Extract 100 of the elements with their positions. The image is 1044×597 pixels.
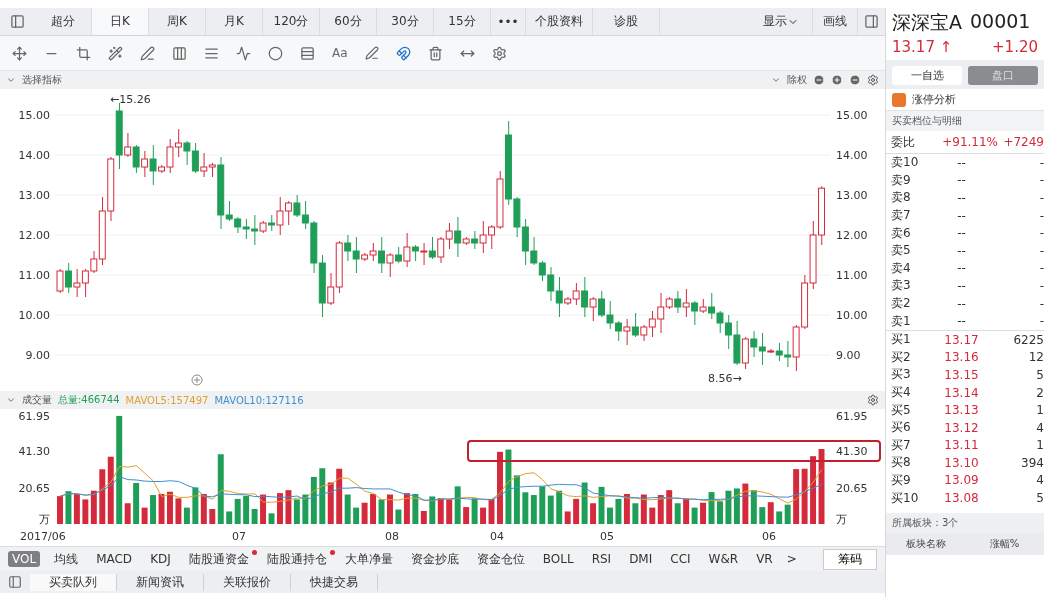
bottom-tab[interactable]: 关联报价: [204, 573, 291, 591]
volume-axis-label: 20.65: [18, 482, 50, 495]
indicator-tab[interactable]: 均线: [50, 549, 83, 569]
date-label: 06: [762, 530, 776, 543]
volume-axis-label: 41.30: [18, 445, 50, 458]
ask-price: --: [956, 155, 967, 170]
column-header[interactable]: 板块名称: [886, 536, 965, 551]
ask-label: 卖6: [891, 224, 912, 242]
period-tab[interactable]: 15分: [434, 8, 491, 35]
indicator-tab[interactable]: KDJ: [146, 551, 175, 567]
date-label: 04: [490, 530, 504, 543]
bid-label: 买9: [891, 472, 912, 489]
price-axis-label: 10.00: [18, 309, 50, 322]
ask-price: --: [956, 226, 967, 241]
indicator-tab[interactable]: 大单净量: [340, 549, 397, 569]
bottom-tab[interactable]: 快捷交易: [291, 573, 378, 591]
ask-price: --: [956, 261, 967, 276]
info-tab[interactable]: 个股资料: [526, 8, 593, 35]
date-label: 08: [385, 530, 399, 543]
bid-label: 买1: [891, 331, 912, 349]
bottom-tab[interactable]: 新闻资讯: [117, 573, 204, 591]
bid-volume: 4: [1035, 473, 1044, 488]
draw-line-tab[interactable]: 画线: [813, 8, 858, 35]
ask-volume: -: [1038, 226, 1044, 241]
ask-price: --: [956, 296, 967, 311]
info-tab[interactable]: 诊股: [593, 8, 660, 35]
bid-label: 买5: [891, 401, 912, 419]
ratio-label: 委比: [891, 133, 916, 151]
ask-label: 卖5: [891, 242, 912, 260]
indicator-tab[interactable]: MACD: [92, 551, 137, 567]
volume-title: 成交量: [22, 393, 52, 407]
limit-analysis-link[interactable]: 涨停分析: [912, 92, 956, 107]
volume-legend: MAVOL10:127116: [214, 394, 304, 406]
period-tab[interactable]: 60分: [320, 8, 377, 35]
ratio-diff: +7249: [1002, 135, 1044, 149]
bid-price: 13.15: [943, 367, 980, 382]
ask-price: --: [956, 314, 967, 329]
ask-label: 卖10: [891, 154, 920, 172]
ask-volume: -: [1038, 173, 1044, 188]
indicator-tab[interactable]: BOLL: [538, 551, 578, 567]
bid-volume: 6225: [1012, 332, 1044, 347]
stock-code: 00001: [970, 10, 1031, 34]
bid-volume: 1: [1035, 403, 1044, 418]
price-axis-label: 15.00: [836, 109, 868, 122]
indicator-select[interactable]: 选择指标: [22, 73, 62, 87]
bid-volume: 4: [1035, 420, 1044, 435]
ask-price: --: [956, 278, 967, 293]
bid-label: 买3: [891, 366, 912, 384]
date-label: 2017/06: [20, 530, 66, 543]
more-tab[interactable]: •••: [491, 8, 526, 35]
adjust-menu[interactable]: 除权: [787, 73, 807, 87]
ask-price: --: [956, 191, 967, 205]
bid-label: 买10: [891, 489, 920, 507]
indicator-tab[interactable]: VR: [752, 551, 777, 567]
ask-volume: -: [1038, 208, 1044, 223]
bottom-tab[interactable]: 买卖队列: [30, 573, 117, 591]
column-header[interactable]: 涨幅%: [965, 536, 1044, 551]
indicator-tab[interactable]: W&R: [704, 551, 743, 567]
chips-button[interactable]: 筹码: [823, 548, 877, 570]
next-arrow[interactable]: >: [786, 552, 797, 566]
date-label: 07: [232, 530, 246, 543]
bid-volume: 5: [1035, 491, 1044, 506]
volume-axis-label: 41.30: [836, 445, 868, 458]
indicator-tab[interactable]: RSI: [587, 551, 616, 567]
period-tab[interactable]: 周K: [149, 8, 206, 35]
ask-volume: -: [1038, 314, 1044, 329]
sector-count: 所属板块：3个: [886, 512, 1044, 533]
bid-price: 13.17: [943, 332, 980, 347]
indicator-tab[interactable]: DMI: [625, 551, 657, 567]
period-tab[interactable]: 日K: [92, 8, 149, 35]
indicator-tab[interactable]: 资金仓位: [472, 549, 529, 569]
bid-volume: 5: [1035, 367, 1044, 382]
volume-axis-label: 20.65: [836, 482, 868, 495]
ask-label: 卖2: [891, 295, 912, 313]
date-label: 05: [600, 530, 614, 543]
ask-price: --: [956, 243, 967, 258]
ratio-value: +91.11%: [941, 135, 998, 149]
text-tool[interactable]: Aa: [332, 46, 348, 60]
price-axis-label: 9.00: [25, 349, 50, 362]
high-price-label: ←15.26: [110, 93, 151, 106]
volume-axis-label: 万: [39, 513, 50, 526]
volume-axis-label: 61.95: [18, 410, 50, 423]
period-tab[interactable]: 月K: [206, 8, 263, 35]
ask-price: --: [956, 173, 967, 188]
ask-volume: -: [1038, 278, 1044, 293]
indicator-tab[interactable]: 资金抄底: [406, 549, 463, 569]
period-tab[interactable]: 30分: [377, 8, 434, 35]
display-menu[interactable]: 显示: [750, 8, 813, 35]
price-change: +1.20: [992, 38, 1038, 56]
ask-label: 卖7: [891, 207, 912, 225]
volume-axis-label: 万: [836, 513, 847, 526]
watchlist-button[interactable]: 一自选: [892, 66, 962, 85]
indicator-tab[interactable]: CCI: [666, 551, 695, 567]
ask-volume: -: [1038, 191, 1044, 205]
bid-price: 13.16: [943, 350, 980, 365]
ask-label: 卖4: [891, 259, 912, 277]
indicator-tab[interactable]: VOL: [8, 551, 41, 567]
volume-legend: MAVOL5:157497: [125, 394, 209, 406]
bid-label: 买8: [891, 454, 912, 472]
period-tab[interactable]: 120分: [263, 8, 320, 35]
